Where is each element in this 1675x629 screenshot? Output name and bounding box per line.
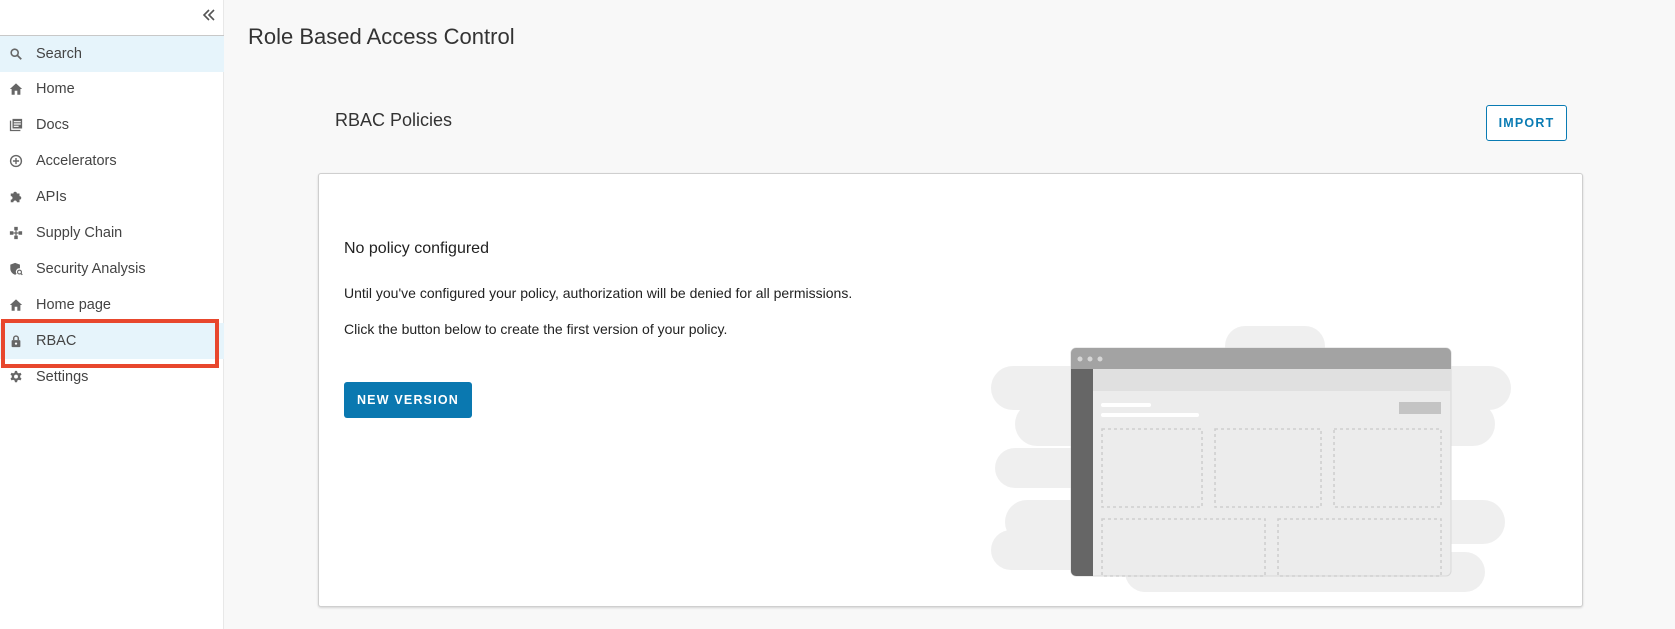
sidebar-item-supply-chain[interactable]: Supply Chain <box>0 215 224 251</box>
search-icon <box>8 46 24 62</box>
sidebar-item-settings[interactable]: Settings <box>0 359 224 395</box>
sidebar-item-label: Accelerators <box>36 153 117 169</box>
docs-icon <box>8 117 24 133</box>
home-icon <box>8 81 24 97</box>
home-icon <box>8 297 24 313</box>
sidebar-item-label: Supply Chain <box>36 225 123 241</box>
plus-circle-icon <box>8 153 24 169</box>
sidebar-item-rbac[interactable]: RBAC <box>0 323 224 359</box>
sidebar-item-label: RBAC <box>36 333 77 349</box>
sidebar-item-home-page[interactable]: Home page <box>0 287 224 323</box>
sidebar-item-accelerators[interactable]: Accelerators <box>0 143 224 179</box>
page-title: Role Based Access Control <box>248 24 515 49</box>
empty-state-description: Until you've configured your policy, aut… <box>344 285 853 301</box>
sidebar-item-security-analysis[interactable]: Security Analysis <box>0 251 224 287</box>
sidebar-item-label: Home page <box>36 297 111 313</box>
sidebar-item-label: Home <box>36 81 75 97</box>
sidebar-item-label: Security Analysis <box>36 261 146 277</box>
sidebar-item-label: APIs <box>36 189 67 205</box>
import-button[interactable]: IMPORT <box>1486 105 1567 141</box>
section-title: RBAC Policies <box>335 110 453 130</box>
sidebar-item-label: Settings <box>36 369 89 385</box>
sidebar-item-label: Docs <box>36 117 70 133</box>
empty-state-hint: Click the button below to create the fir… <box>344 321 728 337</box>
shield-search-icon <box>8 261 24 277</box>
sidebar-item-label: Search <box>36 46 82 62</box>
new-version-button[interactable]: NEW VERSION <box>344 382 472 418</box>
sidebar-item-apis[interactable]: APIs <box>0 179 224 215</box>
empty-state-title: No policy configured <box>344 240 489 257</box>
puzzle-icon <box>8 189 24 205</box>
double-chevron-left-icon[interactable] <box>200 6 218 24</box>
gear-icon <box>8 369 24 385</box>
sidebar: Search Home Docs Accelerators APIs Suppl… <box>0 0 224 629</box>
lock-icon <box>8 333 24 349</box>
supply-chain-icon <box>8 225 24 241</box>
sidebar-item-search[interactable]: Search <box>0 36 224 72</box>
empty-state-illustration <box>985 320 1525 602</box>
sidebar-item-docs[interactable]: Docs <box>0 107 224 143</box>
sidebar-item-home[interactable]: Home <box>0 71 224 107</box>
